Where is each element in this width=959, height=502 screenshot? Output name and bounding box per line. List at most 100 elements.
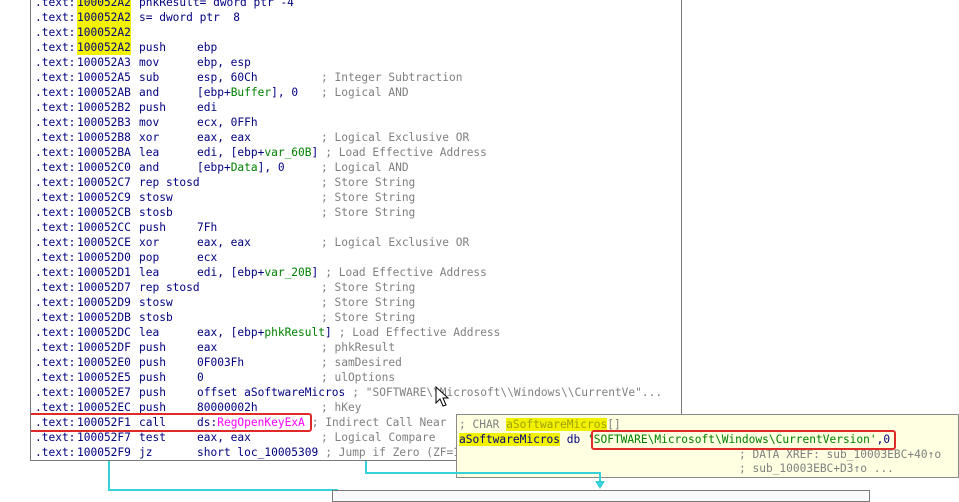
operand[interactable]: eax, [ebp+phkResult] (197, 325, 332, 340)
segment-name: .text: (35, 206, 76, 219)
operand[interactable]: [ebp+Buffer], 0 (197, 85, 298, 100)
comment: ; Logical Compare (321, 431, 436, 444)
segment-name: .text: (35, 251, 76, 264)
comment: ; Load Effective Address (325, 266, 487, 279)
comment: ; Integer Subtraction (321, 71, 463, 84)
instruction-address[interactable]: 100052A3 (77, 55, 131, 70)
segment-name: .text: (35, 341, 76, 354)
comment: ; Jump if Zero (ZF=1) (325, 446, 467, 459)
operand[interactable]: eax, eax (197, 430, 251, 445)
comment: ; Logical AND (321, 161, 409, 174)
operand[interactable]: short loc_10005309 (197, 445, 318, 460)
operand[interactable]: 0 (197, 370, 204, 385)
instruction-address[interactable]: 100052C9 (77, 190, 131, 205)
segment-name: .text: (35, 311, 76, 324)
segment-name: .text: (35, 86, 76, 99)
stack-variable[interactable]: Data (231, 161, 258, 174)
operand[interactable]: 0F003Fh (197, 355, 244, 370)
instruction-address[interactable]: 100052C0 (77, 160, 131, 175)
comment: ; samDesired (321, 356, 402, 369)
mnemonic: push (139, 341, 166, 354)
operand[interactable]: edi, [ebp+var_20B] (197, 265, 318, 280)
operand[interactable]: 7Fh (197, 220, 217, 235)
operand[interactable]: esp, 60Ch (197, 70, 258, 85)
instruction-address[interactable]: 100052DC (77, 325, 131, 340)
tooltip-db-label: aSoftwareMicros (459, 433, 561, 446)
instruction-address[interactable]: 100052D9 (77, 295, 131, 310)
mnemonic: sub (139, 71, 160, 84)
instruction-address[interactable]: 100052B3 (77, 115, 131, 130)
comment: ; Logical AND (321, 86, 409, 99)
operand[interactable]: eax, eax (197, 130, 251, 145)
operand[interactable]: ebp, esp (197, 55, 251, 70)
instruction-address[interactable]: 100052AB (77, 85, 131, 100)
instruction-address[interactable]: 100052D0 (77, 250, 131, 265)
stack-variable[interactable]: var_20B (264, 266, 311, 279)
instruction-address[interactable]: 100052DF (77, 340, 131, 355)
operand[interactable]: offset aSoftwareMicros (197, 385, 345, 400)
operand[interactable]: ecx (197, 250, 217, 265)
stack-variable[interactable]: var_60B (264, 146, 311, 159)
mnemonic: mov (139, 56, 160, 69)
instruction-address[interactable]: 100052CC (77, 220, 131, 235)
instruction-address[interactable]: 100052E0 (77, 355, 131, 370)
tooltip-char-prefix: ; CHAR (459, 418, 507, 431)
operand[interactable]: eax, eax (197, 235, 251, 250)
comment: ; Load Effective Address (338, 326, 501, 339)
operand-suffix: ] (311, 266, 319, 279)
instruction-address[interactable]: 100052F9 (77, 445, 131, 460)
instruction-address[interactable]: 100052A2 (77, 25, 131, 40)
instruction-address[interactable]: 100052D1 (77, 265, 131, 280)
operand[interactable]: edi, [ebp+var_60B] (197, 145, 318, 160)
mnemonic: and (139, 86, 160, 99)
instruction-address[interactable]: 100052CE (77, 235, 131, 250)
operand[interactable]: ecx, 0FFh (197, 115, 258, 130)
instruction-address[interactable]: 100052A2 (77, 10, 131, 25)
segment-name: .text: (35, 371, 76, 384)
mnemonic: and (139, 161, 160, 174)
segment-name: .text: (35, 386, 76, 399)
instruction-address[interactable]: 100052A2 (77, 40, 131, 55)
instruction-address[interactable]: 100052E7 (77, 385, 131, 400)
instruction-address[interactable]: 100052E5 (77, 370, 131, 385)
comment: ; Store String (321, 311, 416, 324)
instruction-address[interactable]: 100052B2 (77, 100, 131, 115)
mnemonic: test (139, 431, 166, 444)
segment-name: .text: (35, 191, 76, 204)
instruction-address[interactable]: 100052A5 (77, 70, 131, 85)
mnemonic: rep stosd (139, 281, 200, 294)
segment-name: .text: (35, 71, 76, 84)
operand[interactable]: [ebp+Data], 0 (197, 160, 285, 175)
disassembly-listing[interactable]: .text: 100052A2 phkResult= dword ptr -4 .te… (30, 0, 682, 461)
stack-variable[interactable]: phkResult (264, 326, 325, 339)
instruction-address[interactable]: 100052C7 (77, 175, 131, 190)
mnemonic: push (139, 101, 166, 114)
comment: ; "SOFTWARE\\Microsoft\\Windows\\Current… (352, 386, 663, 399)
data-reference-tooltip: ; CHAR aSoftwareMicros[] aSoftwareMicros… (456, 414, 959, 478)
next-basic-block-node[interactable] (332, 490, 870, 502)
mnemonic: push (139, 371, 166, 384)
instruction-address[interactable]: 100052F7 (77, 430, 131, 445)
operand-suffix: ] (311, 146, 319, 159)
comment: ; Store String (321, 206, 416, 219)
segment-name: .text: (35, 41, 76, 54)
mnemonic: rep stosd (139, 176, 200, 189)
instruction-address[interactable]: 100052B8 (77, 130, 131, 145)
operand[interactable]: edi (197, 100, 217, 115)
operand-prefix: [ebp+ (197, 161, 231, 174)
instruction-address[interactable]: 100052A2 (77, 0, 131, 10)
mnemonic: stosb (139, 206, 173, 219)
instruction-address[interactable]: 100052D7 (77, 280, 131, 295)
instruction-address[interactable]: 100052BA (77, 145, 131, 160)
instruction-address[interactable]: 100052CB (77, 205, 131, 220)
string-highlight-box (591, 430, 896, 450)
operand[interactable]: ebp (197, 40, 217, 55)
segment-name: .text: (35, 221, 76, 234)
comment: ; Store String (321, 191, 416, 204)
instruction-address[interactable]: 100052DB (77, 310, 131, 325)
segment-name: .text: (35, 356, 76, 369)
stack-variable[interactable]: Buffer (231, 86, 271, 99)
segment-name: .text: (35, 176, 76, 189)
segment-name: .text: (35, 146, 76, 159)
operand[interactable]: eax (197, 340, 217, 355)
